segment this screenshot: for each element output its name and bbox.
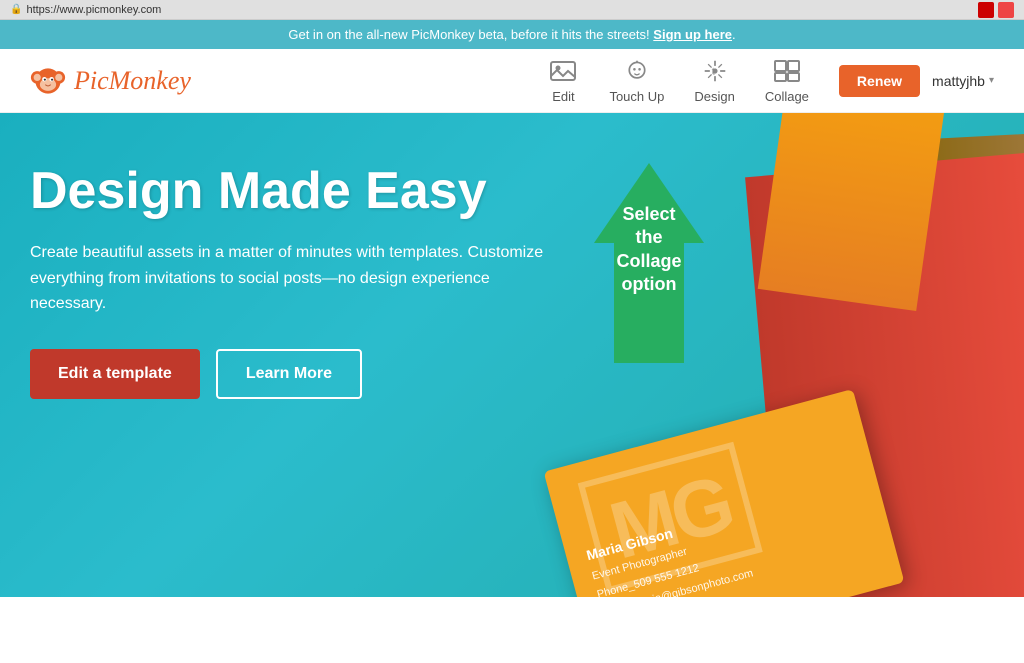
renew-button[interactable]: Renew bbox=[839, 65, 920, 97]
beta-banner-suffix: . bbox=[732, 27, 736, 42]
nav-item-collage[interactable]: Collage bbox=[765, 57, 809, 104]
nav-touchup-label: Touch Up bbox=[609, 89, 664, 104]
hero-section: Maria Gibson Event Photographer Phone_50… bbox=[0, 113, 1024, 597]
navbar: PicMonkey Edit bbox=[0, 49, 1024, 113]
card-content: Maria Gibson Event Photographer Phone_50… bbox=[584, 473, 880, 597]
nav-edit-label: Edit bbox=[552, 89, 574, 104]
hero-buttons: Edit a template Learn More bbox=[30, 349, 550, 399]
book-orange-decoration bbox=[758, 113, 944, 311]
collage-icon bbox=[771, 57, 803, 85]
extension-icon-2 bbox=[998, 2, 1014, 18]
face-icon bbox=[621, 57, 653, 85]
nav-design-label: Design bbox=[694, 89, 734, 104]
url-bar[interactable]: https://www.picmonkey.com bbox=[26, 4, 161, 16]
browser-bar: 🔒 https://www.picmonkey.com bbox=[0, 0, 1024, 20]
image-icon bbox=[547, 57, 579, 85]
hero-content: Design Made Easy Create beautiful assets… bbox=[30, 163, 550, 399]
hero-subtitle: Create beautiful assets in a matter of m… bbox=[30, 240, 550, 317]
arrow-label: SelecttheCollageoption bbox=[616, 203, 681, 297]
logo[interactable]: PicMonkey bbox=[30, 63, 191, 99]
hero-title: Design Made Easy bbox=[30, 163, 550, 220]
username: mattyjhb bbox=[932, 73, 985, 89]
edit-template-button[interactable]: Edit a template bbox=[30, 349, 200, 399]
nav-item-edit[interactable]: Edit bbox=[547, 57, 579, 104]
user-menu[interactable]: mattyjhb ▾ bbox=[932, 73, 994, 89]
design-icon: t bbox=[699, 57, 731, 85]
nav-collage-label: Collage bbox=[765, 89, 809, 104]
chevron-down-icon: ▾ bbox=[989, 75, 994, 86]
extension-icon-1 bbox=[978, 2, 994, 18]
nav-item-design[interactable]: t Design bbox=[694, 57, 734, 104]
nav-item-touchup[interactable]: Touch Up bbox=[609, 57, 664, 104]
logo-monkey-icon bbox=[30, 63, 66, 99]
green-arrow-annotation: SelecttheCollageoption bbox=[594, 163, 704, 363]
logo-text: PicMonkey bbox=[74, 66, 191, 96]
beta-signup-link[interactable]: Sign up here bbox=[653, 27, 732, 42]
nav-items: Edit Touch Up t bbox=[547, 57, 808, 104]
beta-banner-text: Get in on the all-new PicMonkey beta, be… bbox=[288, 27, 649, 42]
lock-icon: 🔒 bbox=[10, 4, 22, 15]
beta-banner: Get in on the all-new PicMonkey beta, be… bbox=[0, 20, 1024, 49]
learn-more-button[interactable]: Learn More bbox=[216, 349, 362, 399]
